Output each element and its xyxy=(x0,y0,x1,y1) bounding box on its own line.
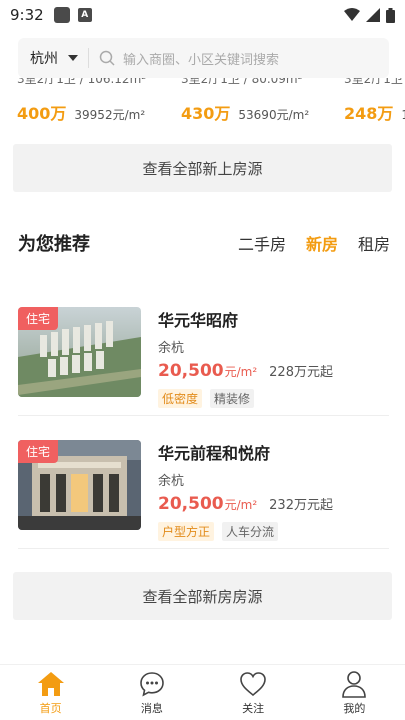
nav-home[interactable]: 首页 xyxy=(0,665,101,720)
strip-item-total: 400万 xyxy=(17,104,67,123)
listing-image[interactable]: 住宅 xyxy=(18,307,141,397)
strip-item-unit-price: 1 xyxy=(401,108,405,122)
strip-item-unit-price: 53690元/m² xyxy=(238,108,310,122)
chevron-down-icon[interactable] xyxy=(68,55,78,61)
listing-area: 余杭 xyxy=(158,341,185,356)
search-divider xyxy=(88,48,89,68)
listing-tag: 低密度 xyxy=(158,389,203,408)
listing-card[interactable]: 住宅 华元前程和悦府 余杭 20,500 元/m² 232万元起 户型方正 人车… xyxy=(18,440,389,572)
nav-profile[interactable]: 我的 xyxy=(304,665,405,720)
listing-name[interactable]: 华元华昭府 xyxy=(158,307,388,330)
nav-home-label: 首页 xyxy=(39,701,62,715)
listing-price-unit: 元/m² xyxy=(224,365,258,379)
listing-type-badge: 住宅 xyxy=(18,440,59,463)
search-bar[interactable]: 杭州 输入商圈、小区关键词搜索 xyxy=(18,38,389,78)
strip-item-unit-price: 39952元/m² xyxy=(74,108,146,122)
strip-item-total: 248万 xyxy=(344,104,394,123)
listing-image[interactable]: 住宅 xyxy=(18,440,141,530)
listing-tags: 低密度 精装修 xyxy=(158,389,388,408)
heart-icon[interactable] xyxy=(239,670,267,698)
status-time: 9:32 xyxy=(10,6,44,24)
city-selector[interactable]: 杭州 xyxy=(30,48,58,68)
listing-price-row: 20,500 元/m² 232万元起 xyxy=(158,494,388,518)
recommend-header: 为您推荐 二手房 新房 租房 xyxy=(18,228,390,258)
divider xyxy=(18,548,389,549)
app-notification-icon: A xyxy=(77,8,92,22)
signal-icon xyxy=(366,8,380,22)
listing-price-row: 20,500 元/m² 228万元起 xyxy=(158,361,388,385)
listing-total-price: 228万元起 xyxy=(269,365,333,380)
listing-tags: 户型方正 人车分流 xyxy=(158,522,388,541)
strip-item-layout: 3室2厅1卫 xyxy=(344,78,403,86)
strip-item-layout: 3室2厅1卫 / 106.12m² xyxy=(17,78,147,86)
listing-info[interactable]: 华元华昭府 余杭 20,500 元/m² 228万元起 低密度 精装修 xyxy=(158,307,388,408)
listing-card[interactable]: 住宅 华元华昭府 余杭 20,500 元/m² 228万元起 低密度 精装修 xyxy=(18,307,389,439)
new-house-strip[interactable]: 3室2厅1卫 / 106.12m² 400万 39952元/m² 3室2厅1卫 … xyxy=(0,78,405,128)
battery-icon xyxy=(386,7,395,23)
listing-price-unit: 元/m² xyxy=(224,498,258,512)
recommend-title: 为您推荐 xyxy=(18,234,90,255)
tab-new-house[interactable]: 新房 xyxy=(306,231,338,255)
nav-profile-label: 我的 xyxy=(343,701,366,715)
listing-unit-price: 20,500 xyxy=(158,361,224,381)
listing-type-badge: 住宅 xyxy=(18,307,59,330)
recommend-tabs: 二手房 新房 租房 xyxy=(238,231,390,255)
strip-item-total: 430万 xyxy=(181,104,231,123)
tab-second-hand[interactable]: 二手房 xyxy=(238,231,286,255)
profile-icon[interactable] xyxy=(340,670,368,698)
listing-info[interactable]: 华元前程和悦府 余杭 20,500 元/m² 232万元起 户型方正 人车分流 xyxy=(158,440,388,541)
nav-follow-label: 关注 xyxy=(242,701,265,715)
wifi-icon xyxy=(344,8,360,21)
listing-name[interactable]: 华元前程和悦府 xyxy=(158,440,388,463)
divider xyxy=(18,415,389,416)
listing-tag: 精装修 xyxy=(210,389,255,408)
bottom-nav: 首页 消息 关注 我的 xyxy=(0,664,405,720)
nav-messages-label: 消息 xyxy=(140,701,163,715)
notification-icon xyxy=(53,7,70,23)
status-indicators xyxy=(344,7,395,23)
status-bar: 9:32 A xyxy=(0,0,405,30)
search-icon xyxy=(99,50,115,66)
view-all-new-listings-button[interactable]: 查看全部新上房源 xyxy=(13,144,392,192)
listing-unit-price: 20,500 xyxy=(158,494,224,514)
listing-area: 余杭 xyxy=(158,474,185,489)
listing-total-price: 232万元起 xyxy=(269,498,333,513)
nav-messages[interactable]: 消息 xyxy=(101,665,202,720)
view-all-new-houses-button[interactable]: 查看全部新房房源 xyxy=(13,572,392,620)
message-icon[interactable] xyxy=(138,670,166,698)
strip-item-layout: 3室2厅1卫 / 80.09m² xyxy=(181,78,303,86)
home-icon[interactable] xyxy=(37,670,65,698)
listing-tag: 户型方正 xyxy=(158,522,215,541)
nav-follow[interactable]: 关注 xyxy=(203,665,304,720)
search-input[interactable]: 输入商圈、小区关键词搜索 xyxy=(123,49,279,68)
tab-rent[interactable]: 租房 xyxy=(358,231,390,255)
listing-tag: 人车分流 xyxy=(222,522,279,541)
